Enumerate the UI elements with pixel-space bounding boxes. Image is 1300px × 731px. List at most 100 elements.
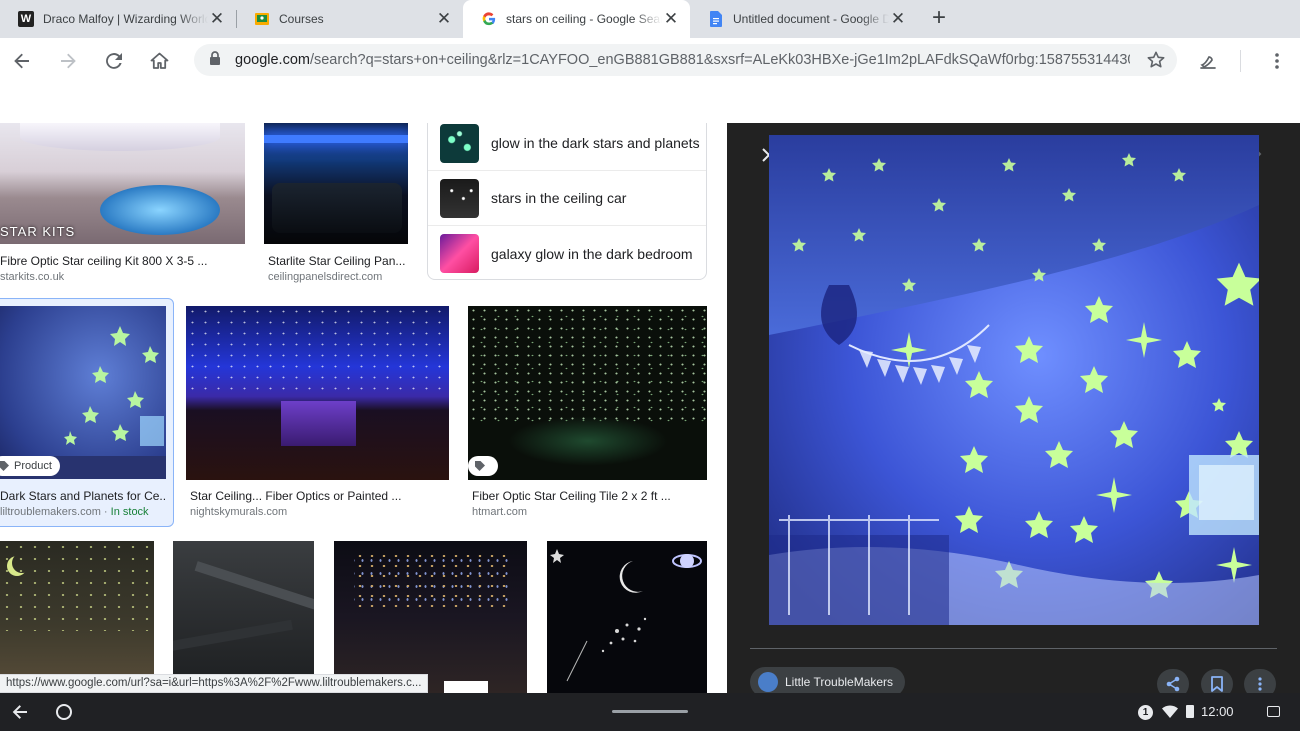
tab-google-search[interactable]: stars on ceiling - Google Search ✕	[463, 0, 690, 38]
tab-google-docs[interactable]: Untitled document - Google Docs ✕	[690, 0, 917, 38]
result-image-star-ceiling-theater[interactable]	[186, 306, 449, 480]
warm-star-dots	[354, 551, 514, 611]
result-image-fiber-optic-tile[interactable]	[468, 306, 707, 480]
pool-shape	[100, 185, 220, 235]
blue-led-strip	[264, 135, 408, 143]
source-site-chip[interactable]: Little TroubleMakers	[750, 667, 906, 693]
result-image-galaxy-mural[interactable]	[547, 541, 707, 693]
result-source[interactable]: starkits.co.uk	[0, 271, 245, 283]
result-source[interactable]: ceilingpanelsdirect.com	[268, 271, 408, 283]
ceiling-beam	[194, 561, 314, 611]
star-kits-overlay: STAR KITS	[0, 224, 76, 239]
related-search-item[interactable]: galaxy glow in the dark bedroom	[428, 226, 706, 281]
tab-courses[interactable]: Courses ✕	[236, 0, 463, 38]
tab-title: Untitled document - Google Docs	[733, 12, 889, 26]
related-search-item[interactable]: stars in the ceiling car	[428, 171, 706, 226]
clock-time[interactable]: 12:00	[1201, 704, 1234, 719]
result-caption[interactable]: Starlite Star Ceiling Pan...	[268, 254, 408, 268]
home-button[interactable]	[146, 48, 172, 74]
glow-stars-thumbnail-art	[0, 326, 166, 479]
battery-icon[interactable]	[1186, 705, 1194, 718]
launcher-button[interactable]	[56, 704, 72, 720]
preview-image[interactable]	[769, 135, 1259, 625]
related-thumbnail	[440, 178, 479, 218]
browser-menu-button[interactable]	[1264, 48, 1290, 74]
url-text[interactable]: google.com/search?q=stars+on+ceiling&rlz…	[235, 52, 1130, 68]
share-icon	[1166, 676, 1180, 692]
shelf-handle[interactable]	[612, 710, 688, 713]
browser-toolbar: google.com/search?q=stars+on+ceiling&rlz…	[0, 38, 1300, 83]
new-tab-button[interactable]: +	[928, 6, 950, 32]
tab-strip: W Draco Malfoy | Wizarding World ✕ Cours…	[0, 0, 1300, 38]
result-image-starlite[interactable]	[264, 123, 408, 244]
system-back-icon[interactable]	[10, 702, 30, 722]
address-bar[interactable]: google.com/search?q=stars+on+ceiling&rlz…	[194, 44, 1177, 76]
close-tab-icon[interactable]: ✕	[662, 10, 680, 28]
tab-title: Courses	[279, 12, 324, 26]
theater-screen	[281, 401, 356, 446]
close-tab-icon[interactable]: ✕	[435, 10, 453, 28]
tab-title: Draco Malfoy | Wizarding World	[43, 12, 208, 26]
notification-count-badge[interactable]: 1	[1138, 705, 1153, 720]
in-stock-label: In stock	[110, 506, 149, 518]
related-search-item[interactable]: glow in the dark stars and planets	[428, 123, 706, 171]
tag-icon	[0, 461, 9, 471]
result-caption[interactable]: Fibre Optic Star ceiling Kit 800 X 3-5 .…	[0, 254, 245, 268]
tab-title: stars on ceiling - Google Search	[506, 12, 662, 26]
glow-dots	[0, 541, 154, 631]
image-preview-panel: Little TroubleMakers	[727, 123, 1300, 693]
result-image-warm-stars-room[interactable]	[334, 541, 527, 693]
arrow-left-icon	[14, 53, 29, 69]
theater-seats	[272, 183, 402, 233]
result-image-star-kits[interactable]: STAR KITS	[0, 123, 245, 244]
result-image-glow-stars[interactable]	[0, 306, 166, 479]
home-icon	[150, 52, 168, 69]
close-tab-icon[interactable]: ✕	[889, 10, 907, 28]
related-search-label: stars in the ceiling car	[491, 190, 627, 206]
extension-button[interactable]	[1195, 48, 1221, 74]
product-chip-label: Product	[14, 460, 52, 472]
green-glow	[508, 416, 668, 466]
wizarding-world-favicon-icon: W	[18, 11, 34, 27]
save-button[interactable]	[1201, 669, 1233, 693]
link-status-bubble: https://www.google.com/url?sa=i&url=http…	[0, 674, 429, 693]
result-source-domain: liltroublemakers.com	[0, 506, 101, 518]
more-vertical-icon	[1258, 677, 1262, 691]
back-button[interactable]	[9, 48, 35, 74]
related-searches-card: glow in the dark stars and planets stars…	[427, 123, 707, 280]
system-shelf: 1 12:00	[0, 693, 1300, 731]
related-search-label: galaxy glow in the dark bedroom	[491, 245, 693, 262]
result-image-bedroom-stars[interactable]	[0, 541, 154, 693]
more-vertical-icon	[1275, 53, 1279, 69]
result-image-dark-ceiling[interactable]	[173, 541, 314, 693]
reload-button[interactable]	[101, 48, 127, 74]
google-favicon-icon	[481, 11, 497, 27]
site-favicon-icon	[758, 672, 778, 692]
fiber-optic-dots	[468, 306, 707, 426]
result-source[interactable]: htmart.com	[472, 506, 707, 518]
more-options-button[interactable]	[1244, 669, 1276, 693]
toolbar-separator	[1240, 50, 1241, 72]
lock-icon	[209, 50, 223, 70]
forward-button[interactable]	[55, 48, 81, 74]
extension-icon	[1200, 56, 1216, 69]
result-caption[interactable]: Dark Stars and Planets for Ce...	[0, 489, 166, 503]
result-source[interactable]: nightskymurals.com	[190, 506, 448, 518]
tab-wizarding-world[interactable]: W Draco Malfoy | Wizarding World ✕	[0, 0, 236, 38]
ceiling-light-shape	[20, 123, 220, 151]
source-site-name: Little TroubleMakers	[785, 675, 894, 689]
result-source[interactable]: liltroublemakers.com · In stock	[0, 506, 170, 518]
glow-stars-bedroom-art	[769, 135, 1259, 625]
overview-icon[interactable]	[1267, 706, 1280, 717]
related-thumbnail	[440, 123, 479, 163]
wifi-icon[interactable]	[1162, 705, 1178, 719]
bookmark-star-icon[interactable]	[1146, 50, 1166, 70]
share-button[interactable]	[1157, 669, 1189, 693]
docs-favicon-icon	[708, 11, 724, 27]
close-tab-icon[interactable]: ✕	[208, 10, 226, 28]
product-tag-chip	[468, 456, 498, 476]
reload-icon	[106, 53, 122, 69]
url-domain: google.com	[235, 52, 310, 68]
result-caption[interactable]: Star Ceiling... Fiber Optics or Painted …	[190, 489, 448, 503]
result-caption[interactable]: Fiber Optic Star Ceiling Tile 2 x 2 ft .…	[472, 489, 707, 503]
